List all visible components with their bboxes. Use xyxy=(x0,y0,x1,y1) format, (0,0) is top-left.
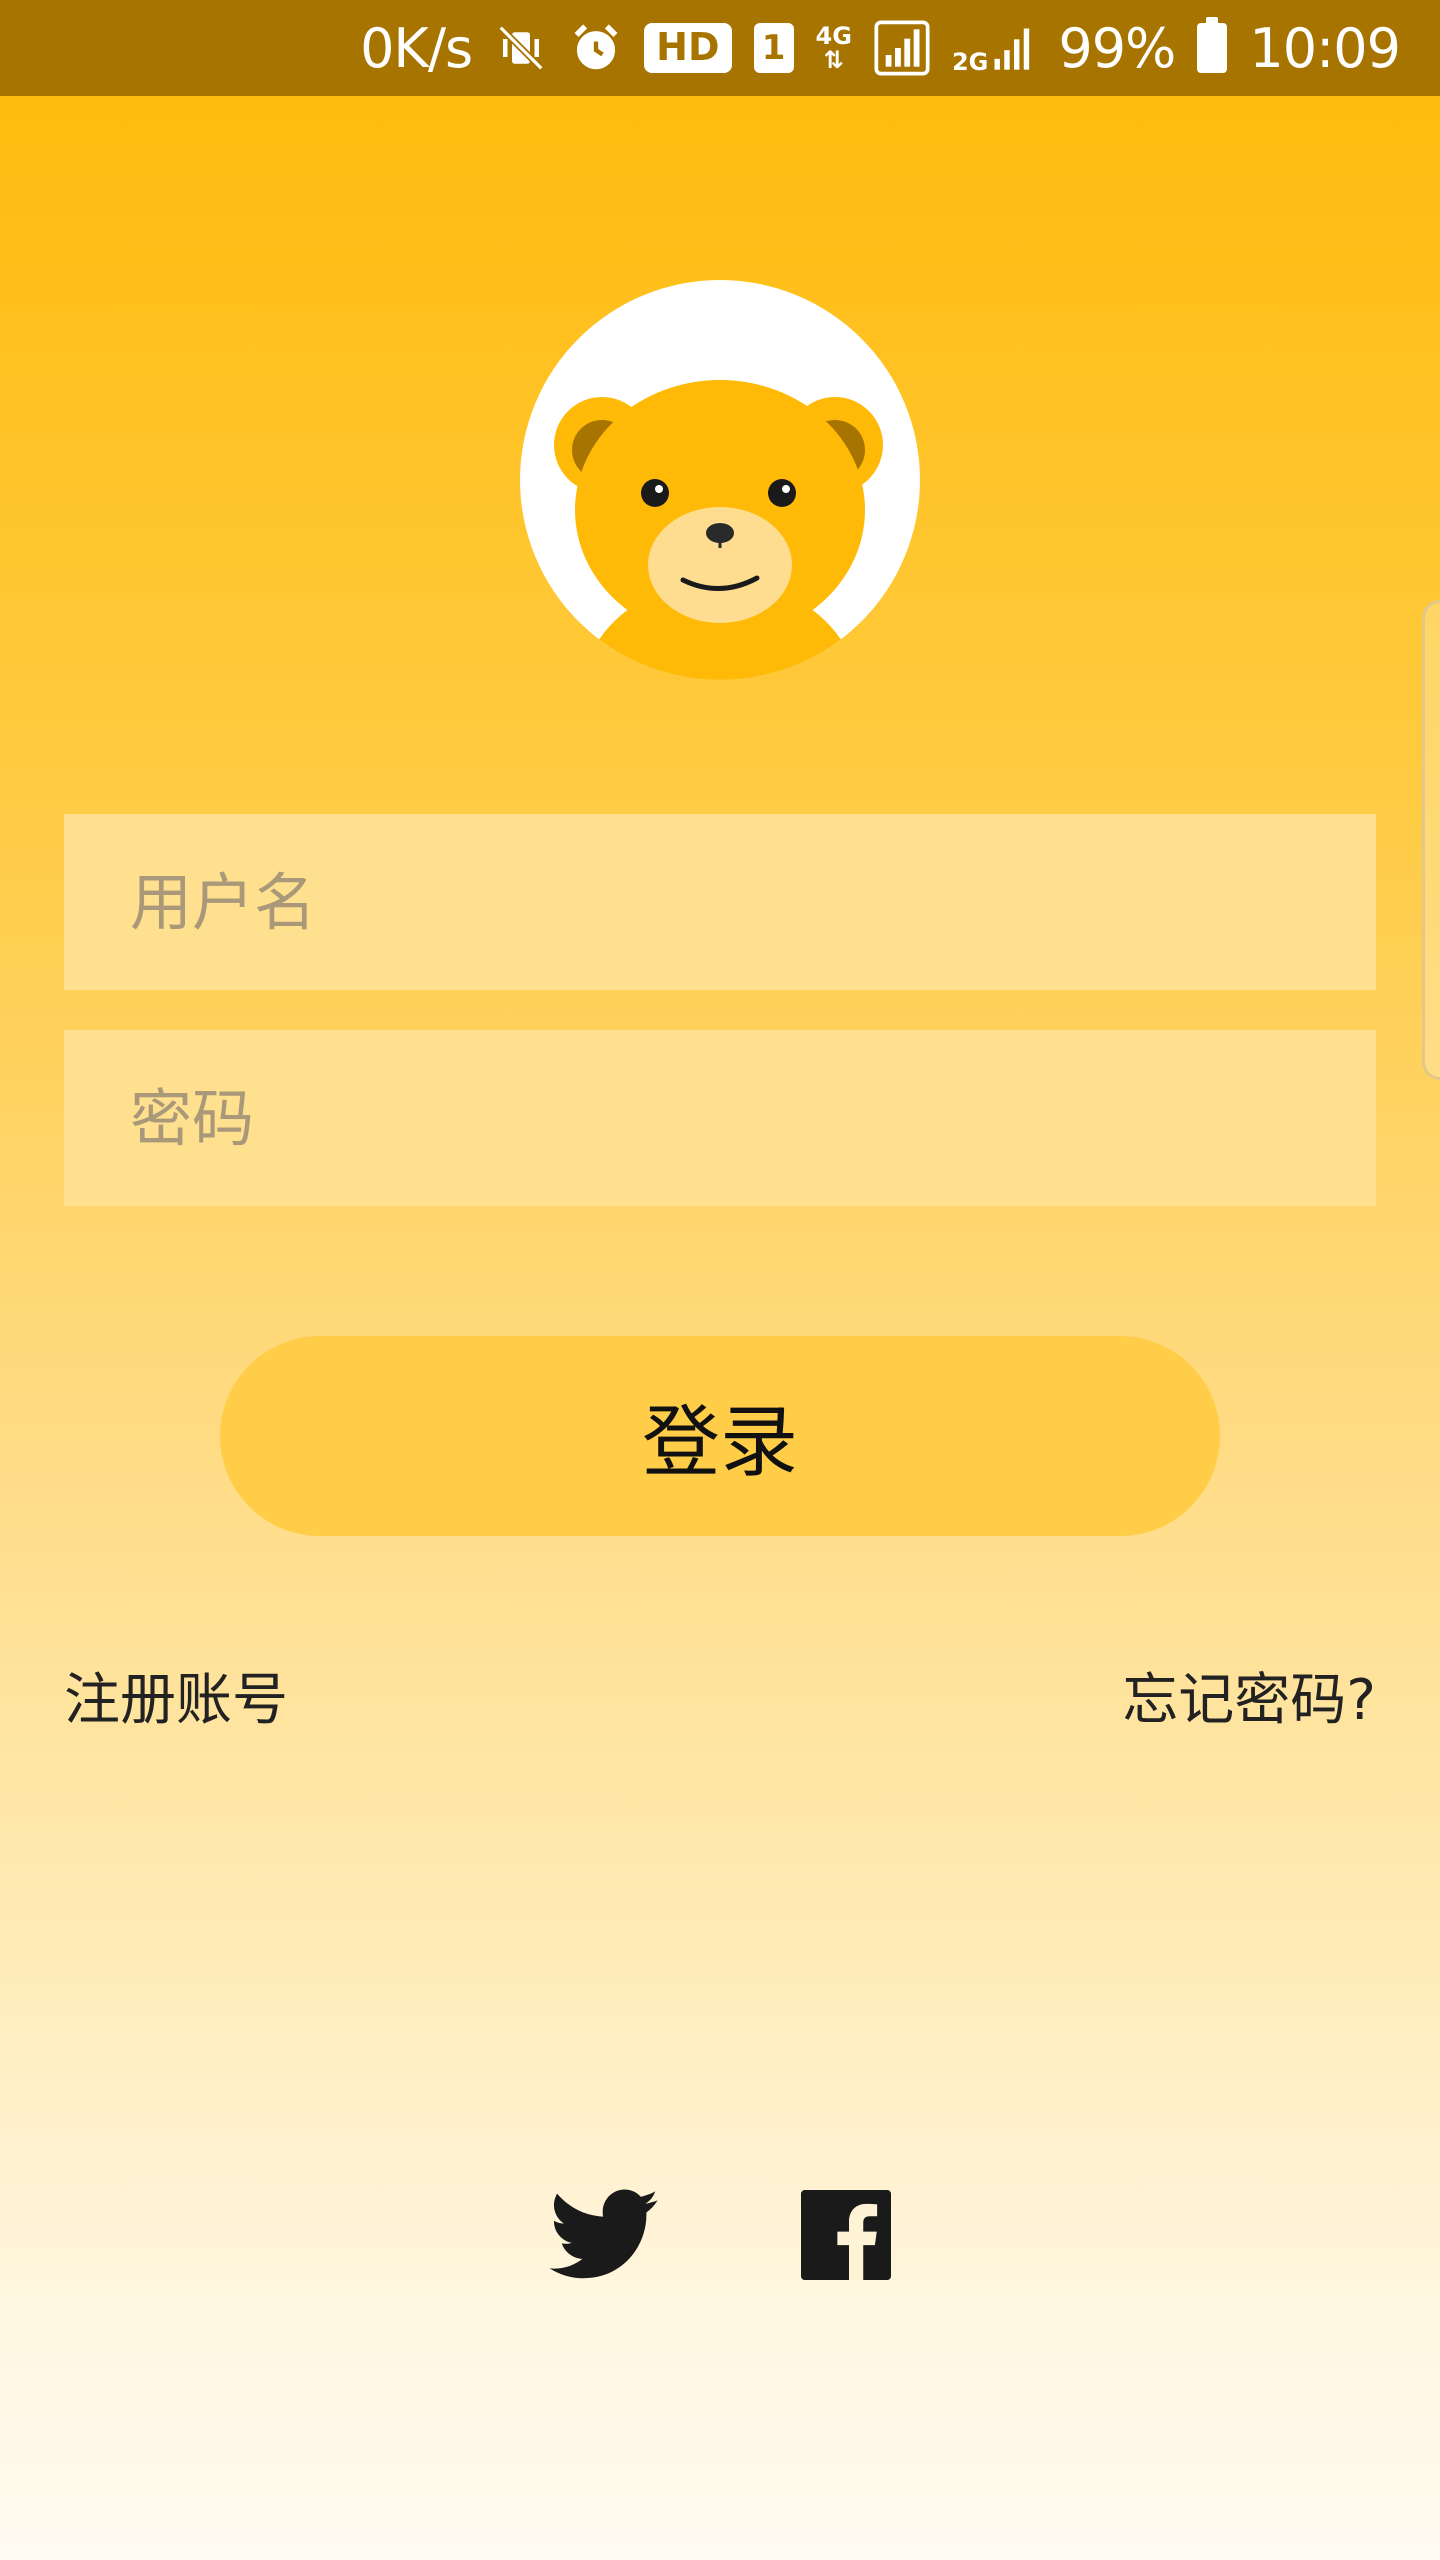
username-input[interactable] xyxy=(130,865,1376,939)
username-field[interactable] xyxy=(64,814,1376,990)
register-link[interactable]: 注册账号 xyxy=(64,1655,288,1736)
forgot-password-link[interactable]: 忘记密码? xyxy=(1122,1655,1376,1736)
twitter-login-button[interactable] xyxy=(545,2180,665,2290)
battery-percent: 99% xyxy=(1058,16,1176,80)
battery-icon xyxy=(1197,17,1228,73)
net-4g-text: 4G xyxy=(815,22,852,50)
facebook-login-button[interactable] xyxy=(786,2180,906,2290)
password-field[interactable] xyxy=(64,1030,1376,1206)
facebook-icon xyxy=(801,2190,891,2280)
signal-2-icon xyxy=(992,22,1036,74)
net-speed: 0K/s xyxy=(360,16,473,80)
sim-badge: 1 xyxy=(753,23,794,73)
signal-icon xyxy=(874,20,930,76)
login-button[interactable]: 登录 xyxy=(220,1336,1220,1536)
edge-panel-handle[interactable] xyxy=(1422,600,1440,1080)
avatar xyxy=(520,280,920,680)
vibrate-mute-icon xyxy=(494,21,548,75)
twitter-icon xyxy=(549,2189,659,2279)
clock: 10:09 xyxy=(1249,16,1401,80)
status-bar: 0K/s HD 1 4G ⇅ 2G 99% 10:09 xyxy=(0,0,1440,96)
password-input[interactable] xyxy=(130,1081,1376,1155)
net-4g-label: 4G ⇅ xyxy=(815,22,852,74)
alarm-icon xyxy=(570,22,622,74)
net-2g-label: 2G xyxy=(951,48,989,76)
hd-badge: HD xyxy=(644,23,732,73)
bear-avatar-icon xyxy=(554,380,883,680)
